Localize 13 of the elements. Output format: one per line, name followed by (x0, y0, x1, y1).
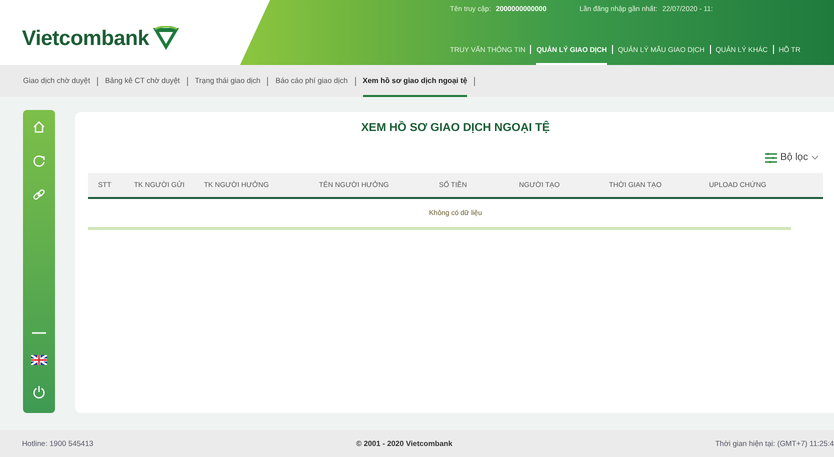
logo-icon (151, 26, 182, 52)
home-icon[interactable] (32, 120, 46, 134)
chevron-down-icon (811, 155, 819, 160)
refresh-icon[interactable] (32, 154, 46, 168)
filter-list-icon (765, 152, 778, 162)
link-icon[interactable] (32, 188, 46, 202)
filter-button[interactable]: Bộ lọc (761, 152, 823, 163)
page-title: XEM HỒ SƠ GIAO DỊCH NGOẠI TỆ (360, 122, 551, 134)
power-icon[interactable] (32, 385, 46, 399)
horizontal-scrollbar[interactable] (88, 227, 791, 230)
flag-icon[interactable] (31, 355, 47, 365)
minus-icon[interactable] (32, 331, 46, 335)
logo-text: Vietcombank (22, 26, 150, 50)
